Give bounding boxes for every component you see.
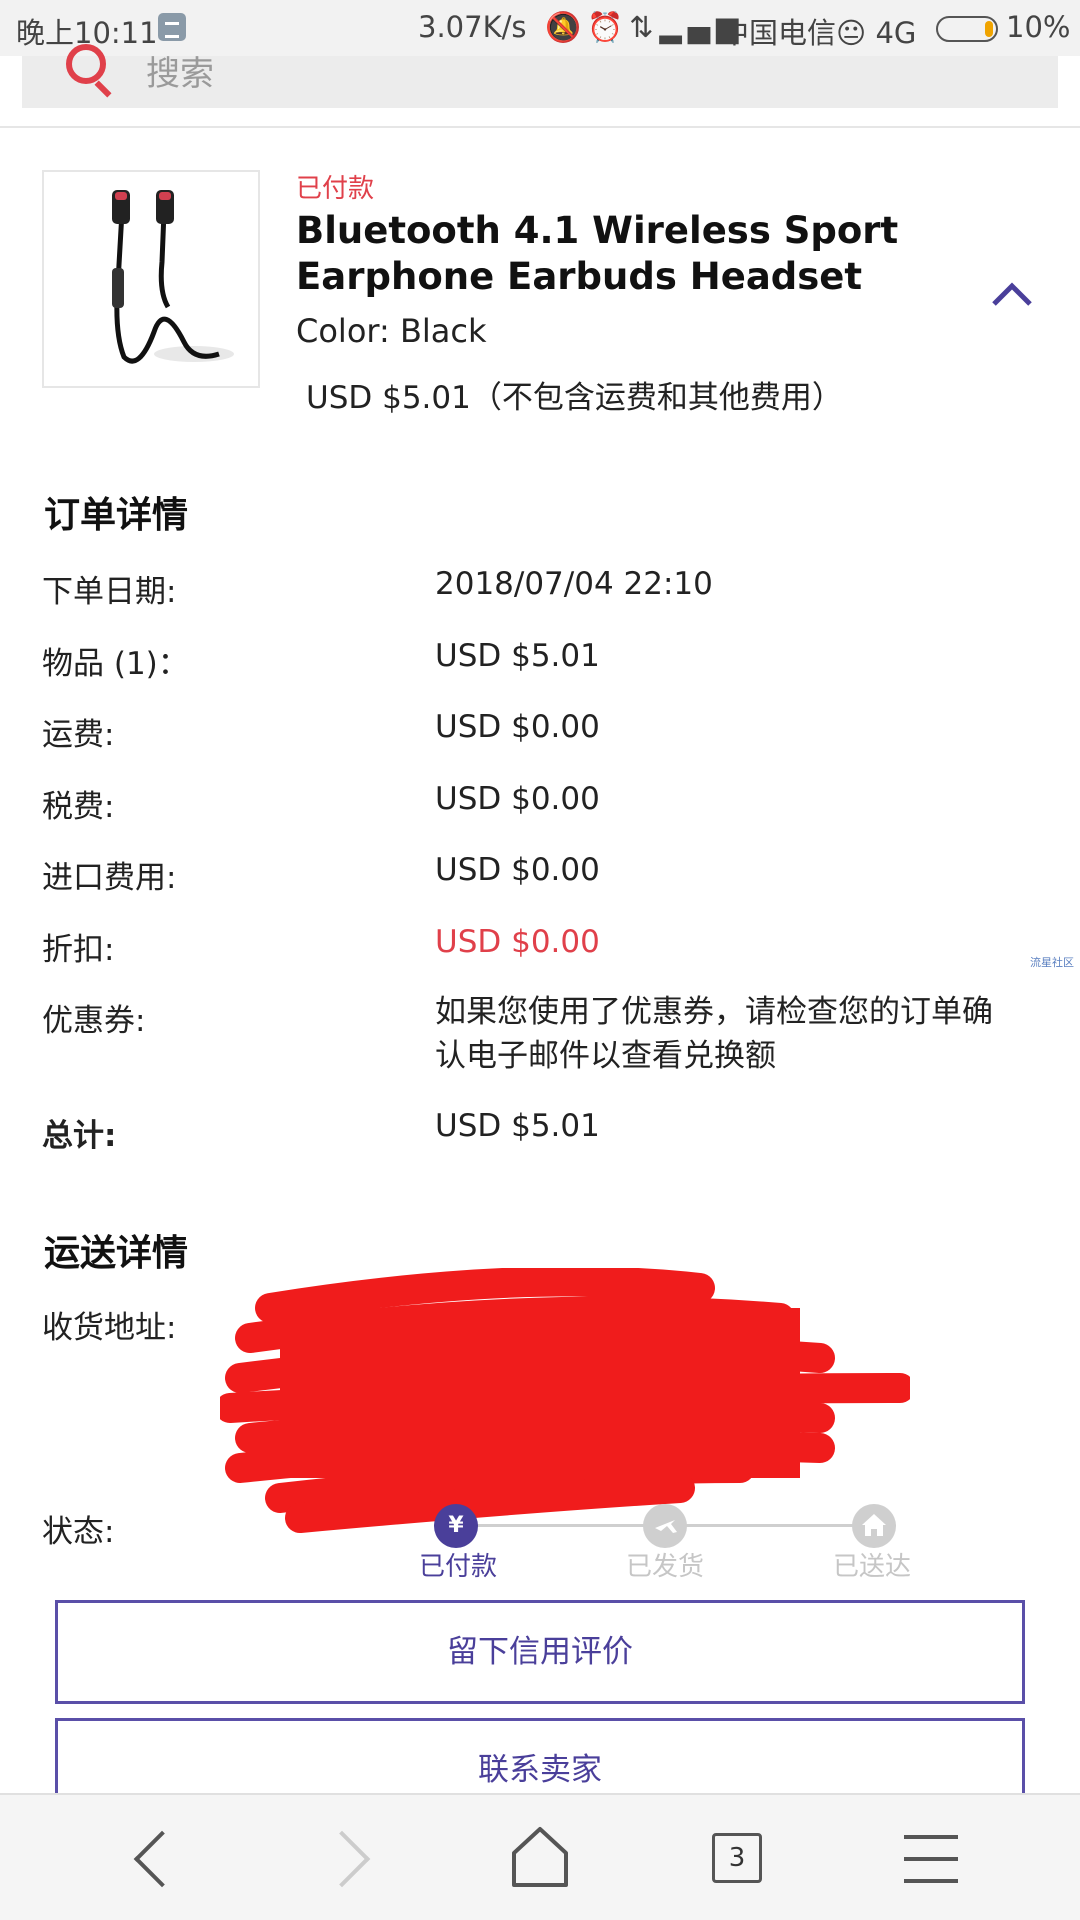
tabs-button[interactable]: 3 (676, 1795, 796, 1920)
status-icons: 🔕⏰⇅▂▄▆ (545, 10, 745, 44)
house-icon (852, 1504, 896, 1548)
shipping-fee-value: USD $0.00 (435, 709, 600, 745)
back-arrow-icon[interactable] (100, 1795, 220, 1920)
address-redaction (220, 1268, 910, 1533)
order-date-label: 下单日期: (42, 574, 177, 610)
items-label: 物品 (1)： (42, 646, 189, 682)
step-paid-label: 已付款 (418, 1552, 497, 1582)
tax-value: USD $0.00 (435, 781, 600, 817)
step-delivered-label: 已送达 (832, 1552, 911, 1582)
total-value: USD $5.01 (435, 1108, 600, 1144)
search-icon[interactable] (66, 44, 106, 84)
earphone-image (112, 190, 234, 364)
search-placeholder: 搜索 (146, 54, 214, 94)
chevron-up-icon[interactable] (990, 278, 1034, 308)
browser-bottom-nav: 3 (0, 1793, 1080, 1920)
shipping-fee-label: 运费: (42, 717, 115, 753)
tax-label: 税费: (42, 789, 115, 825)
step-shipped-label: 已发货 (625, 1552, 704, 1582)
forward-arrow-icon[interactable] (292, 1795, 412, 1920)
search-bar: 搜索 (0, 44, 1080, 128)
import-fee-value: USD $0.00 (435, 852, 600, 888)
battery-icon (936, 16, 998, 42)
items-value: USD $5.01 (435, 638, 600, 674)
watermark: 流星社区 (1030, 956, 1074, 969)
menu-icon[interactable] (872, 1795, 992, 1920)
notification-icon (158, 13, 186, 41)
product-title[interactable]: Bluetooth 4.1 Wireless Sport Earphone Ea… (296, 208, 946, 300)
leave-feedback-button[interactable]: 留下信用评价 (55, 1600, 1025, 1704)
status-label: 状态: (42, 1514, 115, 1550)
product-price: USD $5.01（不包含运费和其他费用） (306, 380, 843, 416)
import-fee-label: 进口费用: (42, 860, 177, 896)
order-date-value: 2018/07/04 22:10 (435, 566, 713, 602)
search-input[interactable]: 搜索 (22, 44, 1058, 108)
discount-value: USD $0.00 (435, 924, 600, 960)
tab-count: 3 (712, 1833, 762, 1883)
shipping-details-title: 运送详情 (44, 1233, 189, 1274)
order-details-title: 订单详情 (44, 495, 189, 536)
address-label: 收货地址: (42, 1310, 177, 1346)
home-icon[interactable] (480, 1795, 600, 1920)
battery-percent: 10% (1006, 10, 1071, 44)
plane-icon (643, 1504, 687, 1548)
yen-icon: ¥ (434, 1504, 478, 1548)
discount-label: 折扣: (42, 932, 115, 968)
product-color: Color: Black (296, 312, 487, 350)
total-label: 总计: (42, 1118, 117, 1154)
network-speed: 3.07K/s (418, 10, 527, 44)
coupon-label: 优惠券: (42, 1003, 146, 1039)
product-image[interactable] (42, 170, 260, 388)
order-status-badge: 已付款 (296, 174, 375, 204)
coupon-value: 如果您使用了优惠券，请检查您的订单确认电子邮件以查看兑换额 (435, 994, 993, 1074)
carrier-label: 中国电信😐 4G (720, 16, 917, 50)
